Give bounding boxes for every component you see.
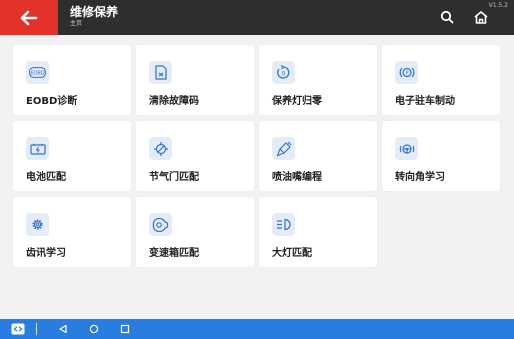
- service-reset-icon: 0: [272, 61, 295, 84]
- card-throttle[interactable]: 节气门匹配: [136, 121, 254, 191]
- back-arrow-icon: [20, 10, 38, 25]
- card-label: 节气门匹配: [149, 172, 199, 183]
- card-headlight[interactable]: 大灯匹配: [259, 197, 377, 267]
- card-epb[interactable]: P 电子驻车制动: [382, 45, 500, 115]
- card-steering[interactable]: 转向角学习: [382, 121, 500, 191]
- card-label: 电子驻车制动: [395, 96, 455, 107]
- epb-icon: P: [395, 61, 418, 84]
- clear-dtc-icon: [149, 61, 172, 84]
- card-label: EOBD诊断: [26, 96, 78, 107]
- square-recents-icon: [120, 324, 130, 334]
- function-grid: EOBD EOBD诊断 清除故障码 0 保养灯归零 P 电子驻车制动 电池匹配 …: [13, 45, 500, 267]
- home-icon: [474, 10, 488, 24]
- nav-back-button[interactable]: [56, 319, 70, 339]
- home-button[interactable]: [471, 7, 491, 27]
- card-label: 变速箱匹配: [149, 248, 199, 259]
- search-button[interactable]: [437, 7, 457, 27]
- search-icon: [440, 10, 454, 24]
- title-bar: 维修保养 主页 V1.5.2: [0, 0, 514, 35]
- eobd-icon: EOBD: [26, 61, 49, 84]
- breadcrumb: 主页: [70, 20, 83, 27]
- card-battery[interactable]: 电池匹配: [13, 121, 131, 191]
- vci-connect-button[interactable]: [10, 319, 26, 339]
- system-nav-bar: [0, 319, 514, 339]
- nav-recents-button[interactable]: [118, 319, 132, 339]
- card-label: 喷油嘴编程: [272, 172, 322, 183]
- card-eobd[interactable]: EOBD EOBD诊断: [13, 45, 131, 115]
- page-title: 维修保养: [70, 5, 119, 19]
- battery-icon: [26, 137, 49, 160]
- card-transmission[interactable]: 变速箱匹配: [136, 197, 254, 267]
- svg-text:EOBD: EOBD: [30, 70, 45, 76]
- card-clear-dtc[interactable]: 清除故障码: [136, 45, 254, 115]
- card-label: 电池匹配: [26, 172, 66, 183]
- version-label: V1.5.2: [488, 2, 508, 9]
- triangle-back-icon: [59, 324, 67, 334]
- card-label: 齿讯学习: [26, 248, 66, 259]
- back-button[interactable]: [0, 0, 58, 35]
- svg-text:P: P: [405, 71, 408, 77]
- gear-icon: [26, 213, 49, 236]
- circle-home-icon: [89, 324, 99, 334]
- card-label: 大灯匹配: [272, 248, 312, 259]
- card-service-reset[interactable]: 0 保养灯归零: [259, 45, 377, 115]
- throttle-icon: [149, 137, 172, 160]
- card-label: 清除故障码: [149, 96, 199, 107]
- card-label: 保养灯归零: [272, 96, 322, 107]
- svg-text:0: 0: [282, 71, 286, 78]
- injector-icon: [272, 137, 295, 160]
- nav-home-button[interactable]: [87, 319, 101, 339]
- card-label: 转向角学习: [395, 172, 445, 183]
- headlight-icon: [272, 213, 295, 236]
- steering-icon: [395, 137, 418, 160]
- transmission-icon: [149, 213, 172, 236]
- vci-link-icon: [11, 323, 25, 335]
- nav-divider: [36, 323, 37, 335]
- card-gear[interactable]: 齿讯学习: [13, 197, 131, 267]
- card-injector[interactable]: 喷油嘴编程: [259, 121, 377, 191]
